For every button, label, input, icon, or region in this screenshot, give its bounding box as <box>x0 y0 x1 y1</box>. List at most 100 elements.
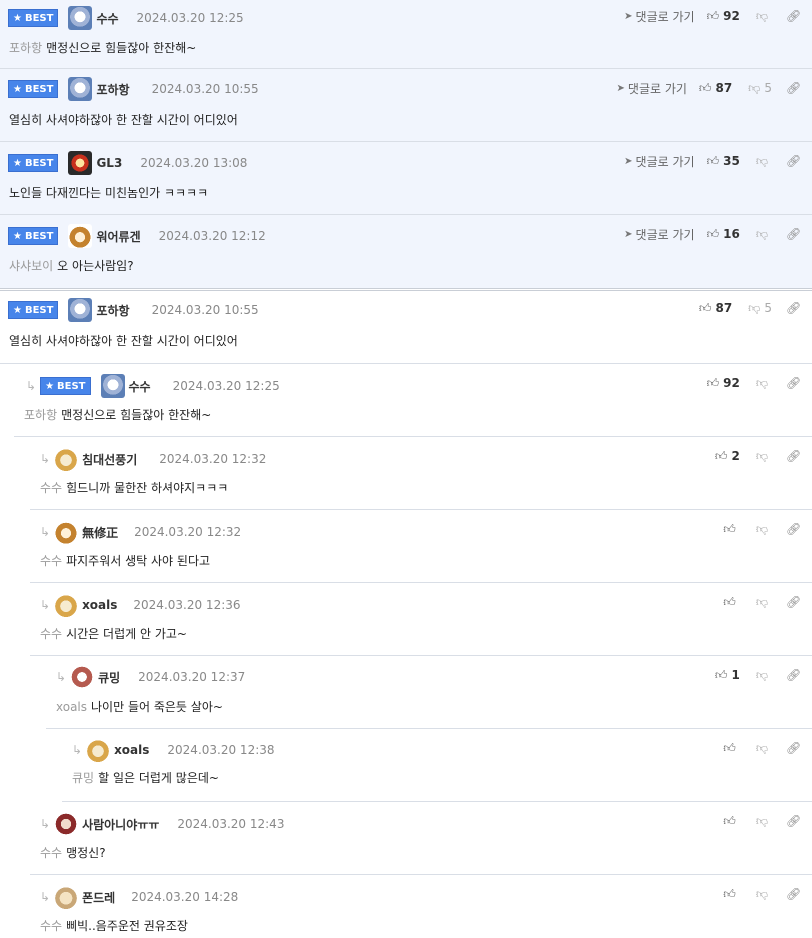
avatar[interactable] <box>54 593 79 617</box>
nickname[interactable]: xoals <box>82 598 117 612</box>
avatar[interactable] <box>100 374 125 398</box>
avatar[interactable] <box>54 447 79 471</box>
dislike-button[interactable]: 👎︎ <box>756 9 772 24</box>
reply-arrow-icon: ↳ <box>56 670 67 684</box>
reply-arrow-icon: ↳ <box>26 379 37 393</box>
dislike-button[interactable]: 👎︎ <box>756 595 772 610</box>
best-badge-label: BEST <box>24 230 54 242</box>
link-icon[interactable]: 🔗︎ <box>786 741 812 755</box>
comment-body: 수수 삐빅..음주운전 권유조장 <box>40 917 188 934</box>
link-icon[interactable]: 🔗︎ <box>786 449 812 463</box>
link-icon[interactable]: 🔗︎ <box>786 814 812 828</box>
dislike-button[interactable]: 👎︎ <box>756 668 772 683</box>
comment-actions: 👍︎ 👎︎ 🔗︎ <box>723 813 812 829</box>
goto-comment-link[interactable]: ➤ 댓글로 가기 <box>624 8 694 25</box>
like-count: 92 <box>723 9 740 23</box>
link-icon[interactable]: 🔗︎ <box>786 668 812 682</box>
dislike-button[interactable]: 👎︎ 5 <box>748 301 772 316</box>
nickname[interactable]: 수수 <box>129 378 151 395</box>
like-count: 92 <box>723 376 740 390</box>
goto-comment-link[interactable]: ➤ 댓글로 가기 <box>624 153 694 170</box>
like-button[interactable]: 👍︎ 87 <box>699 81 732 96</box>
link-icon[interactable]: 🔗︎ <box>786 376 812 390</box>
nickname[interactable]: 無修正 <box>82 524 118 541</box>
avatar[interactable] <box>68 224 93 248</box>
star-icon: ★ <box>13 157 22 169</box>
like-button[interactable]: 👍︎ 92 <box>707 9 740 24</box>
link-icon[interactable]: 🔗︎ <box>786 81 812 95</box>
mention[interactable]: 샤샤보이 <box>9 259 53 273</box>
mention[interactable]: 포하항 <box>24 408 57 422</box>
nickname[interactable]: 침대선풍기 <box>82 451 137 468</box>
reply-arrow-icon: ↳ <box>40 452 51 466</box>
mention[interactable]: 수수 <box>40 627 62 641</box>
reply-comment: ↳ 사람아니야ㅠㅠ 2024.03.20 12:43 👍︎ 👎︎ 🔗︎ 수수 맹정… <box>30 802 812 875</box>
nickname[interactable]: xoals <box>114 743 149 757</box>
thumbs-down-icon: 👎︎ <box>755 740 768 755</box>
best-badge-label: BEST <box>24 12 54 24</box>
like-button[interactable]: 👍︎ <box>723 741 740 756</box>
like-button[interactable]: 👍︎ 92 <box>707 376 740 391</box>
link-icon[interactable]: 🔗︎ <box>786 301 812 315</box>
like-button[interactable]: 👍︎ 87 <box>699 301 732 316</box>
mention[interactable]: 포하항 <box>9 41 42 55</box>
avatar[interactable] <box>54 885 79 909</box>
dislike-button[interactable]: 👎︎ <box>756 154 772 169</box>
goto-comment-link[interactable]: ➤ 댓글로 가기 <box>624 226 694 243</box>
paper-plane-icon: ➤ <box>624 228 633 240</box>
like-button[interactable]: 👍︎ <box>723 814 740 829</box>
best-comment: ★ BEST 워어류겐 2024.03.20 12:12 ➤ 댓글로 가기 👍︎ 16… <box>0 215 812 288</box>
goto-comment-label: 댓글로 가기 <box>635 154 695 169</box>
avatar[interactable] <box>54 520 79 544</box>
nickname[interactable]: 포하항 <box>96 302 129 319</box>
dislike-button[interactable]: 👎︎ <box>756 887 772 902</box>
mention[interactable]: xoals <box>56 700 87 714</box>
avatar[interactable] <box>70 665 95 689</box>
dislike-button[interactable]: 👎︎ <box>756 227 772 242</box>
avatar[interactable] <box>68 298 93 322</box>
dislike-button[interactable]: 👎︎ <box>756 376 772 391</box>
avatar[interactable] <box>68 77 93 101</box>
avatar[interactable] <box>86 738 111 762</box>
dislike-button[interactable]: 👎︎ <box>756 814 772 829</box>
mention[interactable]: 큐밍 <box>72 771 94 785</box>
nickname[interactable]: 포하항 <box>96 81 129 98</box>
link-icon[interactable]: 🔗︎ <box>786 154 812 168</box>
nickname[interactable]: 수수 <box>96 10 118 27</box>
nickname[interactable]: GL3 <box>96 156 122 170</box>
timestamp: 2024.03.20 12:12 <box>158 229 266 243</box>
nickname[interactable]: 폰드레 <box>82 889 115 906</box>
goto-comment-link[interactable]: ➤ 댓글로 가기 <box>617 80 687 97</box>
avatar[interactable] <box>68 151 93 175</box>
like-button[interactable]: 👍︎ 35 <box>707 154 740 169</box>
mention[interactable]: 수수 <box>40 554 62 568</box>
like-button[interactable]: 👍︎ 2 <box>715 449 740 464</box>
avatar[interactable] <box>68 6 93 30</box>
like-button[interactable]: 👍︎ <box>723 522 740 537</box>
thumbs-down-icon: 👎︎ <box>755 8 768 23</box>
like-button[interactable]: 👍︎ 16 <box>707 227 740 242</box>
like-button[interactable]: 👍︎ <box>723 595 740 610</box>
like-button[interactable]: 👍︎ <box>723 887 740 902</box>
mention[interactable]: 수수 <box>40 919 62 933</box>
avatar[interactable] <box>54 812 79 836</box>
best-badge: ★ BEST <box>40 377 91 395</box>
nickname[interactable]: 워어류겐 <box>96 228 140 245</box>
comment-body: 포하항 맨정신으로 힘들잖아 한잔해~ <box>9 39 196 56</box>
dislike-button[interactable]: 👎︎ 5 <box>748 81 772 96</box>
timestamp: 2024.03.20 10:55 <box>151 82 259 96</box>
like-button[interactable]: 👍︎ 1 <box>715 668 740 683</box>
mention[interactable]: 수수 <box>40 481 62 495</box>
link-icon[interactable]: 🔗︎ <box>786 9 812 23</box>
link-icon[interactable]: 🔗︎ <box>786 595 812 609</box>
link-icon[interactable]: 🔗︎ <box>786 522 812 536</box>
dislike-button[interactable]: 👎︎ <box>756 449 772 464</box>
link-icon[interactable]: 🔗︎ <box>786 227 812 241</box>
mention[interactable]: 수수 <box>40 846 62 860</box>
dislike-button[interactable]: 👎︎ <box>756 522 772 537</box>
link-icon[interactable]: 🔗︎ <box>786 887 812 901</box>
nickname[interactable]: 큐밍 <box>98 669 120 686</box>
dislike-button[interactable]: 👎︎ <box>756 741 772 756</box>
nickname[interactable]: 사람아니야ㅠㅠ <box>82 816 159 833</box>
timestamp: 2024.03.20 14:28 <box>131 890 239 904</box>
